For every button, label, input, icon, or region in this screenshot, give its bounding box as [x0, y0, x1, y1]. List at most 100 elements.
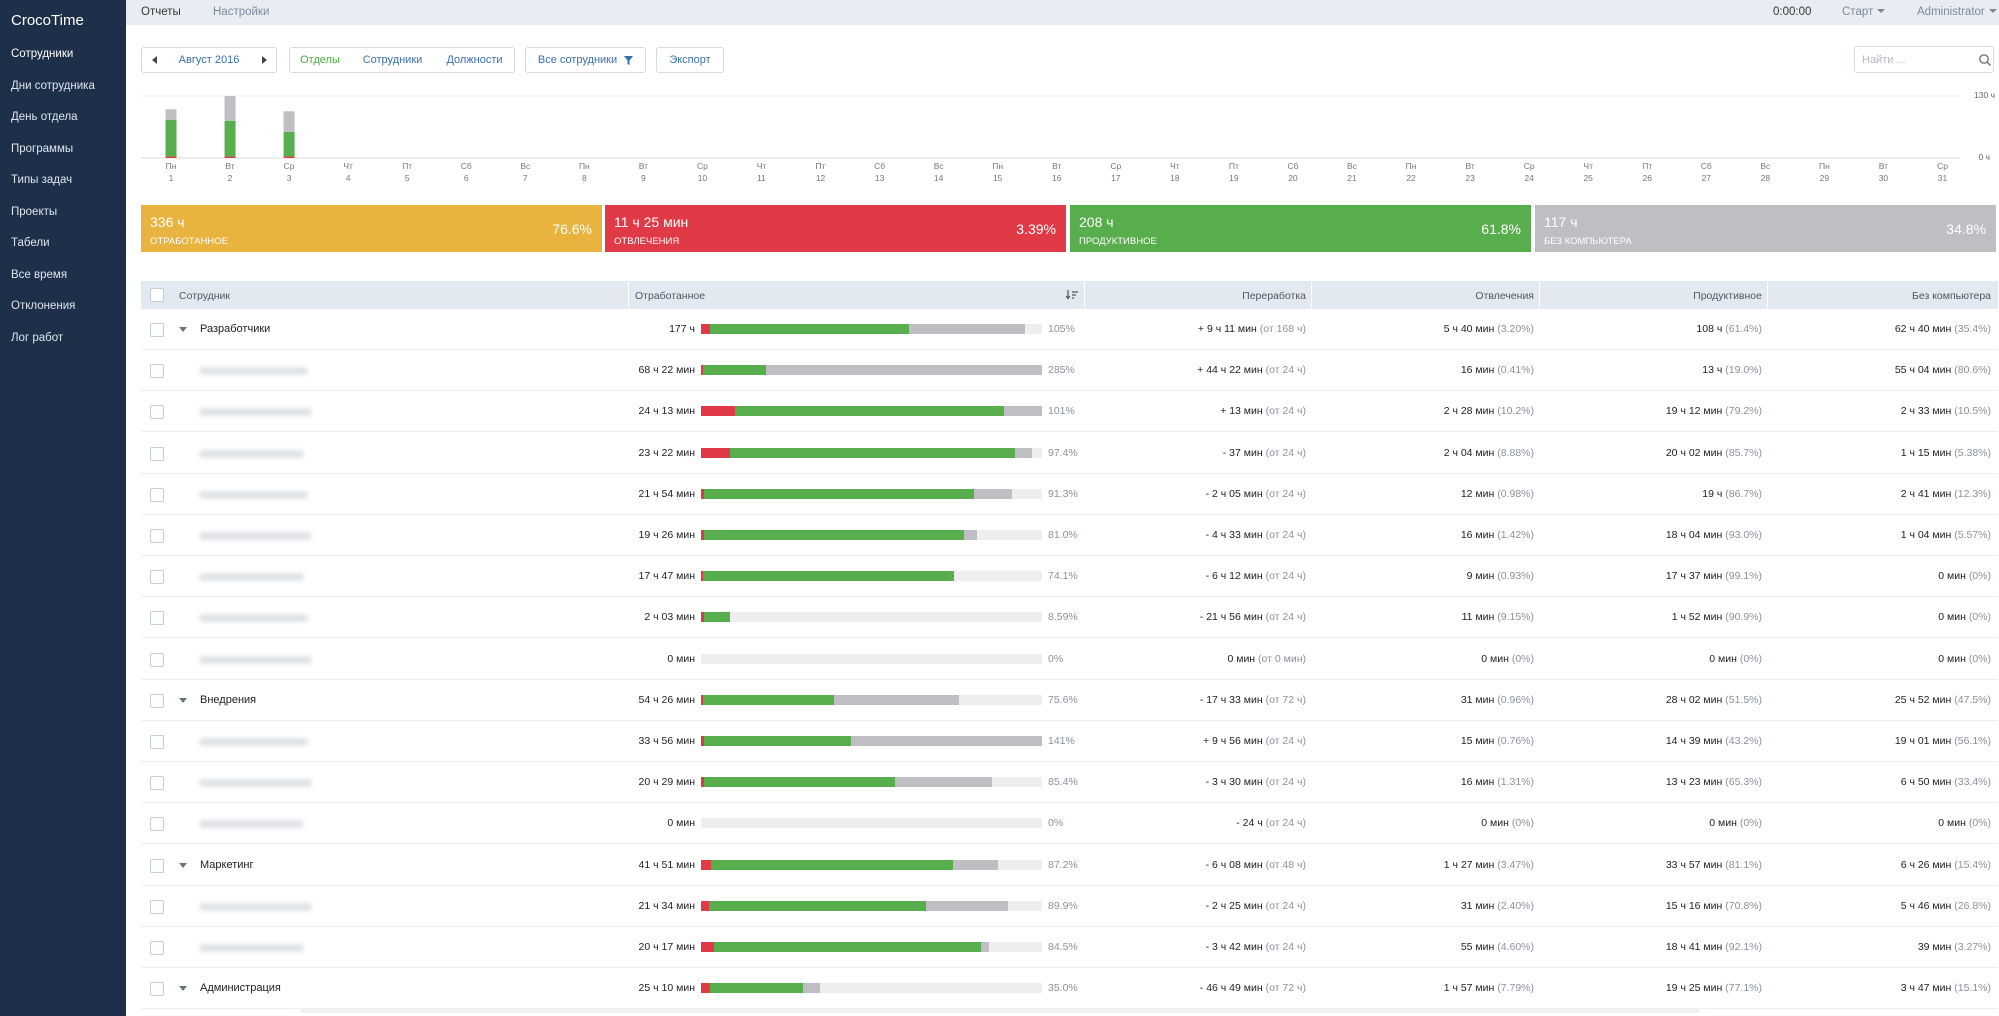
table-row[interactable]: 0 мин 0% - 24 ч (от 24 ч) 0 мин (0%) 0 мин (… — [141, 803, 1998, 845]
row-checkbox[interactable] — [150, 446, 164, 461]
view-employees-button[interactable]: Сотрудники — [350, 47, 436, 73]
worked-value: 19 ч 26 мин — [638, 529, 695, 541]
row-checkbox[interactable] — [150, 693, 164, 708]
table-row[interactable]: 20 ч 29 мин 85.4% - 3 ч 30 мин (от 24 ч) 16… — [141, 762, 1998, 804]
table-row[interactable]: 0 мин 0% 0 мин (от 0 мин) 0 мин (0%) 0 мин (… — [141, 639, 1998, 680]
overtime-cell: + 13 мин (от 24 ч) — [1081, 405, 1306, 417]
sidebar-item[interactable]: Типы задач — [11, 174, 72, 186]
overtime-value: + 9 ч 56 мин — [1202, 735, 1263, 747]
col-worked[interactable]: Отработанное — [635, 290, 705, 302]
x-tick-weekday: Сб — [1287, 161, 1298, 171]
sidebar-item[interactable]: Табели — [11, 237, 50, 249]
col-employee[interactable]: Сотрудник — [179, 290, 230, 302]
chart-bar-productive — [165, 119, 177, 157]
sidebar-item[interactable]: Все время — [11, 269, 67, 281]
select-all-checkbox[interactable] — [150, 288, 164, 302]
chart-bar-distraction — [165, 156, 177, 158]
horizontal-scrollbar[interactable] — [300, 1008, 1700, 1013]
employee-filter-button[interactable]: Все сотрудники — [525, 47, 646, 73]
productive-percent: (19.0%) — [1725, 364, 1762, 377]
x-tick-weekday: Пт — [1229, 161, 1239, 171]
start-menu[interactable]: Старт — [1842, 6, 1886, 18]
x-tick-day: 23 — [1465, 173, 1475, 183]
no-computer-percent: (56.1%) — [1954, 735, 1991, 747]
row-checkbox[interactable] — [150, 776, 164, 791]
worked-percent: 97.4% — [1048, 446, 1078, 459]
col-no-computer[interactable]: Без компьютера — [1841, 290, 1991, 302]
table-row[interactable]: 17 ч 47 мин 74.1% - 6 ч 12 мин (от 24 ч) 9 … — [141, 556, 1998, 598]
row-checkbox[interactable] — [150, 858, 164, 873]
sidebar-item[interactable]: Сотрудники — [11, 48, 73, 60]
table-row[interactable]: 33 ч 56 мин 141% + 9 ч 56 мин (от 24 ч) 15 … — [141, 721, 1998, 762]
row-checkbox[interactable] — [150, 941, 164, 955]
sidebar-item[interactable]: Дни сотрудника — [11, 80, 95, 92]
view-departments-button[interactable]: Отделы — [289, 47, 351, 73]
collapse-toggle-icon[interactable] — [179, 862, 187, 868]
row-checkbox[interactable] — [150, 529, 164, 543]
row-checkbox[interactable] — [150, 405, 164, 420]
sort-icon[interactable] — [1066, 290, 1078, 300]
worked-percent: 74.1% — [1048, 570, 1078, 583]
collapse-toggle-icon[interactable] — [179, 327, 187, 332]
distraction-segment — [701, 406, 736, 417]
collapse-toggle-icon[interactable] — [179, 697, 187, 703]
table-row[interactable]: 24 ч 13 мин 101% + 13 мин (от 24 ч) 2 ч 28 … — [141, 391, 1998, 433]
row-checkbox[interactable] — [150, 899, 164, 914]
group-row[interactable]: Маркетинг 41 ч 51 мин 87.2% - 6 ч 08 мин (о… — [141, 845, 1998, 886]
distraction-cell: 16 мин (0.41%) — [1331, 364, 1534, 376]
group-row[interactable]: Администрация 25 ч 10 мин 35.0% - 46 ч 49 м… — [141, 968, 1998, 1010]
col-overtime[interactable]: Переработка — [1141, 290, 1306, 302]
productive-cell: 108 ч (61.4%) — [1561, 323, 1762, 335]
table-row[interactable]: 21 ч 34 мин 89.9% - 2 ч 25 мин (от 24 ч) 31… — [141, 886, 1998, 927]
collapse-toggle-icon[interactable] — [179, 986, 187, 992]
productive-cell: 20 ч 02 мин (85.7%) — [1561, 447, 1762, 459]
x-tick-day: 30 — [1879, 173, 1889, 183]
row-checkbox[interactable] — [150, 735, 164, 749]
row-checkbox[interactable] — [150, 487, 164, 502]
next-month-button[interactable] — [251, 47, 277, 73]
row-checkbox[interactable] — [150, 611, 164, 626]
chevron-down-icon — [1877, 9, 1886, 13]
x-tick-day: 9 — [641, 173, 646, 183]
row-checkbox[interactable] — [150, 570, 164, 585]
table-row[interactable]: 2 ч 03 мин 8.59% - 21 ч 56 мин (от 24 ч) 11… — [141, 597, 1998, 639]
productive-percent: (77.1%) — [1725, 982, 1762, 995]
employee-name-redacted — [199, 490, 308, 499]
table-row[interactable]: 68 ч 22 мин 285% + 44 ч 22 мин (от 24 ч) 16… — [141, 350, 1998, 392]
search-input[interactable] — [1854, 46, 1994, 73]
tab-settings[interactable]: Настройки — [213, 6, 269, 18]
prev-month-button[interactable] — [141, 47, 168, 73]
group-row[interactable]: Разработчики 177 ч 105% + 9 ч 11 мин (от 16… — [141, 309, 1998, 350]
sidebar-item[interactable]: Проекты — [11, 206, 57, 218]
export-button[interactable]: Экспорт — [656, 47, 724, 73]
table-row[interactable]: 20 ч 17 мин 84.5% - 3 ч 42 мин (от 24 ч) 55… — [141, 927, 1998, 968]
row-checkbox[interactable] — [150, 364, 164, 379]
sidebar-item[interactable]: День отдела — [11, 111, 78, 123]
sidebar-item[interactable]: Программы — [11, 143, 73, 155]
table-row[interactable]: 19 ч 26 мин 81.0% - 4 ч 33 мин (от 24 ч) 16… — [141, 515, 1998, 556]
row-checkbox[interactable] — [150, 652, 164, 667]
row-checkbox[interactable] — [150, 817, 164, 832]
user-menu[interactable]: Administrator — [1917, 6, 1997, 18]
col-productive[interactable]: Продуктивное — [1611, 290, 1762, 302]
worked-value: 2 ч 03 мин — [644, 611, 695, 624]
sidebar-item[interactable]: Лог работ — [11, 332, 63, 344]
col-separator — [1767, 281, 1768, 309]
col-distractions[interactable]: Отвлечения — [1391, 290, 1534, 302]
x-tick-day: 8 — [582, 173, 587, 183]
month-selector[interactable]: Август 2016 — [167, 47, 252, 73]
sidebar-item[interactable]: Отклонения — [11, 300, 75, 312]
view-positions-button[interactable]: Должности — [435, 47, 515, 73]
row-checkbox[interactable] — [150, 323, 164, 337]
overtime-base: (от 72 ч) — [1265, 693, 1306, 706]
worked-value: 17 ч 47 мин — [638, 570, 695, 583]
table-row[interactable]: 23 ч 22 мин 97.4% - 37 мин (от 24 ч) 2 ч 04… — [141, 433, 1998, 474]
x-tick-day: 27 — [1702, 173, 1712, 183]
row-checkbox[interactable] — [150, 982, 164, 997]
overtime-value: - 3 ч 42 мин — [1205, 941, 1263, 953]
col-separator — [1311, 281, 1312, 309]
tab-reports[interactable]: Отчеты — [141, 6, 181, 18]
no-computer-segment — [973, 488, 1013, 499]
group-row[interactable]: Внедрения 54 ч 26 мин 75.6% - 17 ч 33 мин (… — [141, 680, 1998, 721]
table-row[interactable]: 21 ч 54 мин 91.3% - 2 ч 05 мин (от 24 ч) 12… — [141, 474, 1998, 515]
